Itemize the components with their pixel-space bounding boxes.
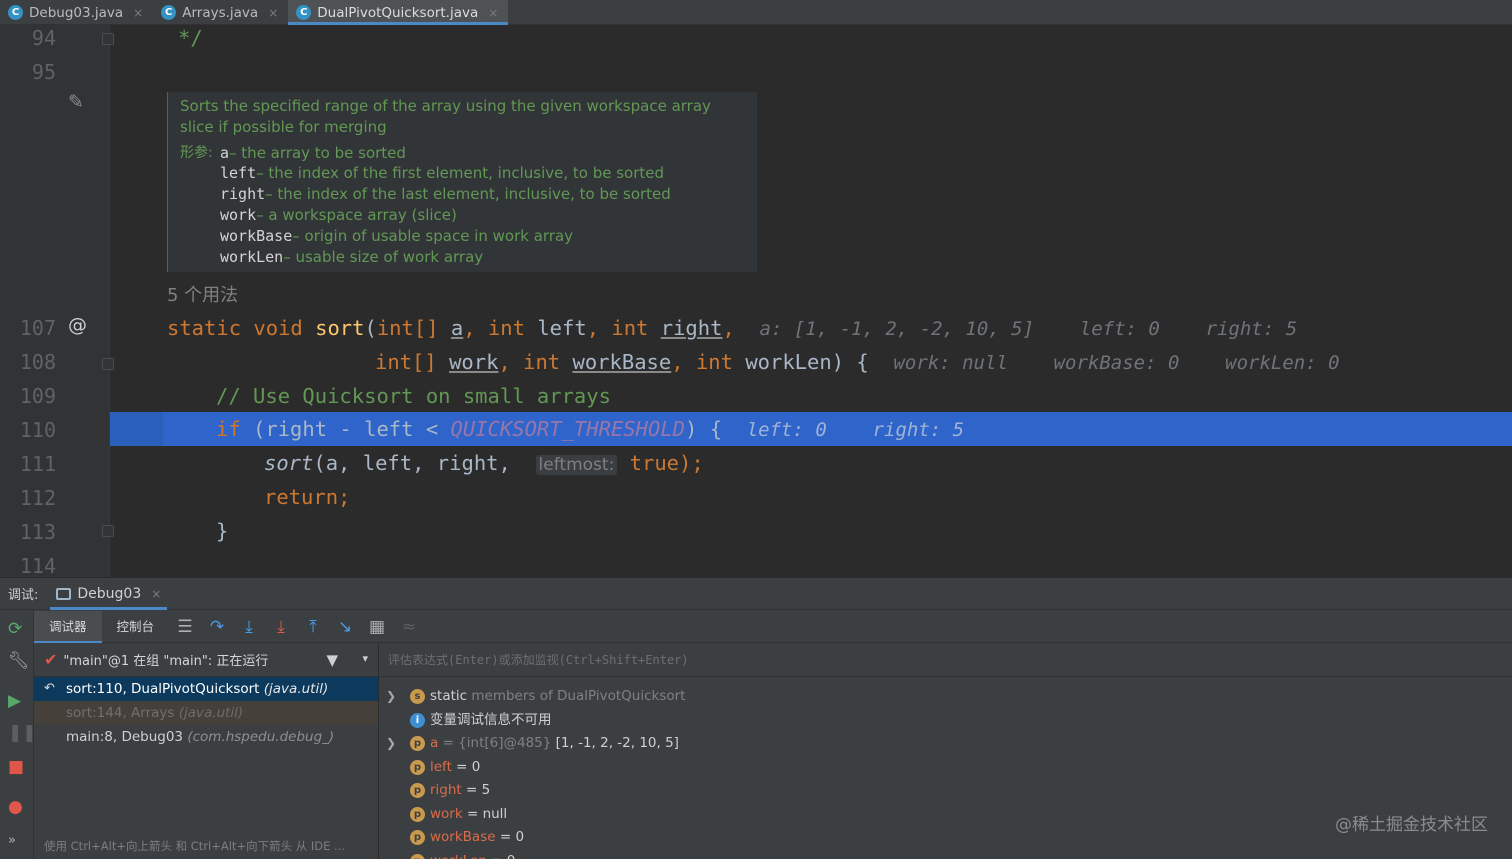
resume-icon[interactable]: ▶ [8, 691, 21, 711]
rerun-icon[interactable]: ⟳ [8, 619, 22, 639]
rendered-javadoc[interactable]: Sorts the specified range of the array u… [167, 92, 757, 272]
params-label: 形参: [180, 144, 213, 161]
close-icon[interactable]: × [268, 6, 278, 20]
inline-debug-values: work: null workBase: 0 workLen: 0 [893, 352, 1340, 374]
run-tab-debug03[interactable]: Debug03 × [46, 578, 171, 610]
menu-icon[interactable]: ☰ [169, 617, 201, 637]
javadoc-param: right – the index of the last element, i… [220, 185, 671, 204]
tab-console[interactable]: 控制台 [102, 611, 170, 643]
run-tab-label: Debug03 [77, 585, 142, 602]
expand-arrow-icon[interactable]: ❯ [386, 685, 396, 709]
step-out-icon[interactable]: ⤒ [297, 617, 329, 637]
tab-debug03[interactable]: C Debug03.java × [0, 0, 153, 25]
debugger-toolbar: 调试器 控制台 ☰ ↷ ⤓ ⤓ ⤒ ↘ ▦ ≈ [34, 610, 1512, 643]
code-line-112: return; [264, 485, 351, 509]
return-arrow-icon: ↶ [44, 681, 55, 696]
javadoc-param: work – a workspace array (slice) [220, 205, 457, 224]
code-line-110: if (right - left < QUICKSORT_THRESHOLD) … [216, 417, 965, 441]
variable-row[interactable]: ❯ s static members of DualPivotQuicksort [380, 685, 1512, 709]
class-icon: C [296, 5, 312, 20]
pause-icon[interactable]: ❚❚ [8, 723, 37, 743]
evaluate-expression-input[interactable]: 评估表达式(Enter)或添加监视(Ctrl+Shift+Enter) [380, 643, 1512, 677]
class-icon: C [8, 5, 23, 20]
chevron-down-icon[interactable]: ▾ [362, 652, 368, 665]
parameter-badge-icon: p [410, 830, 425, 845]
code-line-111: sort(a, left, right, leftmost: true); [264, 451, 704, 475]
stop-icon[interactable]: ■ [8, 757, 24, 777]
debug-header: 调试: Debug03 × [0, 578, 1512, 610]
wrench-icon[interactable]: 🔧︎ [8, 651, 30, 671]
variable-row[interactable]: p left = 0 [380, 756, 1512, 780]
more-icon[interactable]: » [8, 833, 16, 848]
force-step-into-icon[interactable]: ⤓ [265, 617, 297, 637]
run-to-cursor-icon[interactable]: ↘ [329, 617, 361, 637]
code-line-107: static void sort(int[] a, int left, int … [167, 316, 1298, 340]
monitor-icon [56, 587, 72, 600]
thread-label: "main"@1 在组 "main": 正在运行 [63, 654, 269, 669]
filter-icon[interactable]: ▼ [326, 651, 338, 669]
tab-arrays[interactable]: C Arrays.java × [153, 0, 288, 25]
tab-label: Arrays.java [182, 4, 259, 21]
close-icon[interactable]: × [133, 6, 143, 20]
variable-row[interactable]: ❯ p a = {int[6]@485} [1, -1, 2, -2, 10, … [380, 732, 1512, 756]
tab-dualpivotquicksort[interactable]: C DualPivotQuicksort.java × [288, 0, 509, 25]
variable-row[interactable]: p workLen = 0 [380, 850, 1512, 859]
thread-selector[interactable]: ✔ "main"@1 在组 "main": 正在运行 ▼ ▾ [34, 643, 378, 677]
javadoc-param: workBase – origin of usable space in wor… [220, 226, 574, 245]
check-icon: ✔ [44, 650, 58, 669]
expand-arrow-icon[interactable]: ❯ [386, 732, 396, 756]
code-line-109: // Use Quicksort on small arrays [216, 384, 611, 408]
step-over-icon[interactable]: ↷ [201, 617, 233, 637]
code-line-94: */ [0, 25, 1512, 55]
trace-icon[interactable]: ≈ [393, 617, 425, 637]
frame-item[interactable]: ↶ sort:110, DualPivotQuicksort (java.uti… [34, 677, 378, 701]
javadoc-param: 形参: a – the array to be sorted [180, 143, 406, 162]
tab-label: Debug03.java [29, 4, 124, 21]
code-line-108: int[] work, int workBase, int workLen) {… [375, 350, 1340, 374]
javadoc-param: left – the index of the first element, i… [220, 164, 665, 183]
parameter-badge-icon: p [410, 806, 425, 822]
close-icon[interactable]: × [488, 6, 498, 20]
close-icon[interactable]: × [151, 587, 161, 601]
frames-panel: ✔ "main"@1 在组 "main": 正在运行 ▼ ▾ ↶ sort:11… [34, 643, 379, 859]
code-line-113: } [216, 519, 229, 543]
code-editor[interactable]: 94 95 ✎ 107 @ 108 109 110 111 112 113 11… [0, 25, 1512, 577]
watermark: @稀土掘金技术社区 [1335, 815, 1488, 835]
parameter-badge-icon: p [410, 783, 425, 798]
parameter-name-hint: leftmost: [535, 455, 618, 475]
step-into-icon[interactable]: ⤓ [233, 617, 265, 637]
info-icon: i [410, 712, 425, 728]
javadoc-param: workLen – usable size of work array [220, 247, 484, 266]
view-breakpoints-icon[interactable]: ● [8, 797, 23, 817]
debug-title: 调试: [8, 588, 39, 603]
evaluate-expression-icon[interactable]: ▦ [361, 617, 393, 637]
debug-tool-window: 调试: Debug03 × ⟳ 🔧︎ ▶ ❚❚ ■ ● » 调试器 控制台 ☰ … [0, 577, 1512, 859]
frame-item[interactable]: main:8, Debug03 (com.hspedu.debug_) [34, 725, 378, 749]
usages-hint[interactable]: 5 个用法 [167, 281, 238, 307]
inline-debug-values: left: 0 right: 5 [746, 419, 965, 441]
static-badge-icon: s [410, 689, 425, 704]
variable-row[interactable]: p right = 5 [380, 779, 1512, 803]
parameter-badge-icon: p [410, 736, 425, 751]
javadoc-summary: Sorts the specified range of the array u… [180, 97, 711, 136]
parameter-badge-icon: p [410, 853, 425, 859]
inline-debug-values: a: [1, -1, 2, -2, 10, 5] left: 0 right: … [759, 318, 1298, 340]
tab-label: DualPivotQuicksort.java [317, 4, 479, 21]
variable-row[interactable]: i 变量调试信息不可用 [380, 709, 1512, 733]
comment-end: */ [178, 26, 203, 50]
pencil-icon[interactable]: ✎ [68, 91, 84, 113]
tab-debugger[interactable]: 调试器 [34, 610, 102, 643]
class-icon: C [161, 5, 177, 20]
frame-item[interactable]: sort:144, Arrays (java.util) [34, 701, 378, 725]
debug-side-toolbar: ⟳ 🔧︎ ▶ ❚❚ ■ ● » [0, 611, 37, 859]
frames-hint: 使用 Ctrl+Alt+向上箭头 和 Ctrl+Alt+向下箭头 从 IDE .… [44, 839, 346, 853]
parameter-badge-icon: p [410, 759, 425, 775]
editor-tab-bar: C Debug03.java × C Arrays.java × C DualP… [0, 0, 1512, 25]
